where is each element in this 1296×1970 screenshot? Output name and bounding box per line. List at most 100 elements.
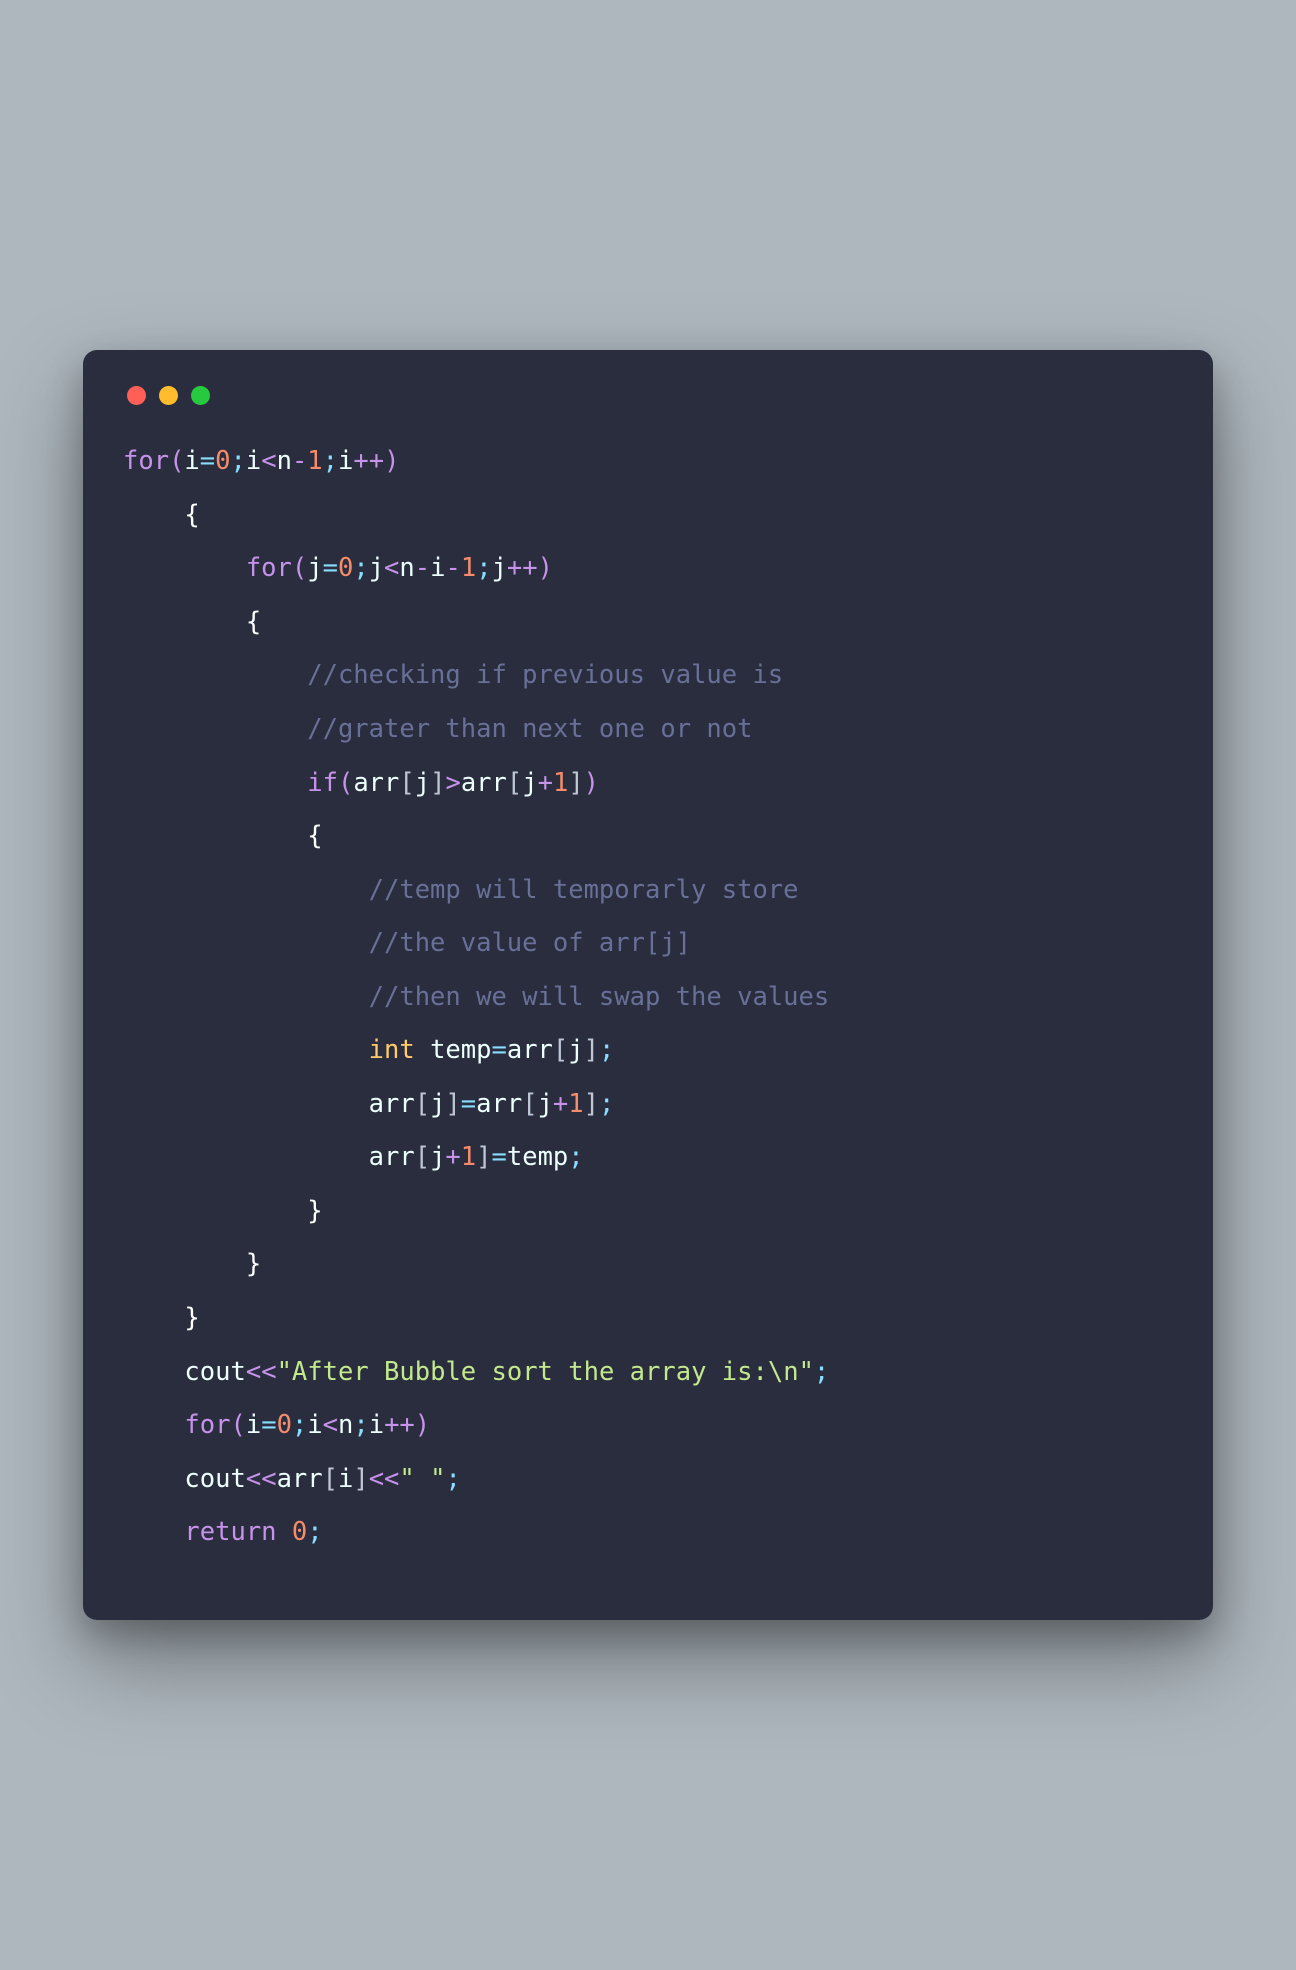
number: 1	[307, 446, 322, 476]
identifier: j	[568, 1035, 583, 1065]
comment: //the value of arr[j]	[369, 928, 691, 958]
identifier: i	[430, 553, 445, 583]
keyword-return: return	[184, 1517, 276, 1547]
keyword-for: for	[246, 553, 292, 583]
semicolon: ;	[353, 1410, 368, 1440]
bracket-close: ]	[430, 768, 445, 798]
semicolon: ;	[476, 553, 491, 583]
paren-open: (	[292, 553, 307, 583]
operator: =	[200, 446, 215, 476]
operator: ++	[507, 553, 538, 583]
operator: -	[292, 446, 307, 476]
number: 1	[553, 768, 568, 798]
operator: <	[384, 553, 399, 583]
bracket-open: [	[507, 768, 522, 798]
identifier: j	[538, 1089, 553, 1119]
identifier: n	[277, 446, 292, 476]
operator: +	[445, 1142, 460, 1172]
bracket-open: [	[415, 1142, 430, 1172]
identifier: i	[184, 446, 199, 476]
identifier: j	[430, 1089, 445, 1119]
comment: //checking if previous value is	[307, 660, 783, 690]
semicolon: ;	[292, 1410, 307, 1440]
operator: <<	[246, 1357, 277, 1387]
bracket-open: [	[553, 1035, 568, 1065]
semicolon: ;	[445, 1464, 460, 1494]
semicolon: ;	[599, 1035, 614, 1065]
brace-close: }	[246, 1249, 261, 1279]
identifier: arr	[369, 1142, 415, 1172]
number: 1	[461, 1142, 476, 1172]
identifier: temp	[507, 1142, 568, 1172]
semicolon: ;	[599, 1089, 614, 1119]
maximize-icon[interactable]	[191, 386, 210, 405]
close-icon[interactable]	[127, 386, 146, 405]
minimize-icon[interactable]	[159, 386, 178, 405]
paren-close: )	[538, 553, 553, 583]
semicolon: ;	[323, 446, 338, 476]
number: 1	[461, 553, 476, 583]
bracket-close: ]	[568, 768, 583, 798]
bracket-close: ]	[584, 1035, 599, 1065]
semicolon: ;	[814, 1357, 829, 1387]
comment: //grater than next one or not	[307, 714, 752, 744]
operator: <<	[369, 1464, 400, 1494]
identifier: arr	[353, 768, 399, 798]
identifier: i	[338, 446, 353, 476]
identifier: i	[246, 1410, 261, 1440]
number: 0	[277, 1410, 292, 1440]
string: "After Bubble sort the array is:	[277, 1357, 768, 1387]
identifier: j	[430, 1142, 445, 1172]
operator: <	[261, 446, 276, 476]
bracket-open: [	[522, 1089, 537, 1119]
string: " "	[399, 1464, 445, 1494]
paren-open: (	[169, 446, 184, 476]
comment: //then we will swap the values	[369, 982, 830, 1012]
bracket-close: ]	[445, 1089, 460, 1119]
paren-close: )	[415, 1410, 430, 1440]
operator: -	[445, 553, 460, 583]
keyword-int: int	[369, 1035, 415, 1065]
identifier: j	[369, 553, 384, 583]
identifier: j	[492, 553, 507, 583]
operator: +	[553, 1089, 568, 1119]
bracket-close: ]	[353, 1464, 368, 1494]
operator: =	[492, 1142, 507, 1172]
paren-open: (	[338, 768, 353, 798]
identifier: arr	[277, 1464, 323, 1494]
operator: <	[323, 1410, 338, 1440]
identifier: i	[338, 1464, 353, 1494]
identifier: arr	[461, 768, 507, 798]
identifier: i	[307, 1410, 322, 1440]
code-editor[interactable]: for(i=0;i<n-1;i++) { for(j=0;j<n-i-1;j++…	[123, 435, 1173, 1559]
operator: >	[445, 768, 460, 798]
window-title-bar	[123, 380, 1173, 435]
semicolon: ;	[307, 1517, 322, 1547]
operator: +	[538, 768, 553, 798]
identifier: arr	[369, 1089, 415, 1119]
identifier: j	[415, 768, 430, 798]
operator: =	[491, 1035, 506, 1065]
identifier: arr	[476, 1089, 522, 1119]
keyword-if: if	[307, 768, 338, 798]
operator: =	[323, 553, 338, 583]
identifier: j	[307, 553, 322, 583]
number: 0	[338, 553, 353, 583]
identifier: n	[399, 553, 414, 583]
escape: \n	[768, 1357, 799, 1387]
operator: ++	[384, 1410, 415, 1440]
operator: =	[461, 1089, 476, 1119]
bracket-open: [	[399, 768, 414, 798]
number: 0	[215, 446, 230, 476]
identifier: arr	[507, 1035, 553, 1065]
paren-close: )	[384, 446, 399, 476]
operator: <<	[246, 1464, 277, 1494]
code-window: for(i=0;i<n-1;i++) { for(j=0;j<n-i-1;j++…	[83, 350, 1213, 1619]
bracket-close: ]	[476, 1142, 491, 1172]
identifier: i	[369, 1410, 384, 1440]
bracket-open: [	[323, 1464, 338, 1494]
operator: ++	[353, 446, 384, 476]
semicolon: ;	[568, 1142, 583, 1172]
identifier: cout	[184, 1464, 245, 1494]
semicolon: ;	[353, 553, 368, 583]
